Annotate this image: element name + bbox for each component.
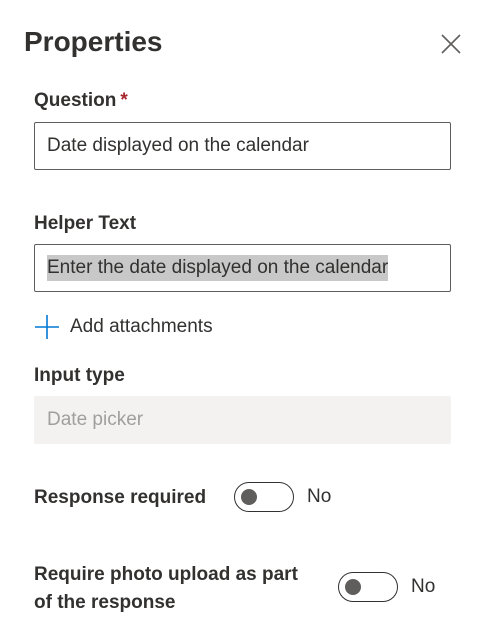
add-attachments-button[interactable]: Add attachments bbox=[34, 312, 213, 342]
toggle-knob bbox=[345, 579, 361, 595]
helper-text-input[interactable]: Enter the date displayed on the calendar bbox=[34, 244, 451, 292]
photo-upload-state: No bbox=[411, 576, 436, 597]
input-type-value: Date picker bbox=[47, 409, 144, 430]
helper-text-value: Enter the date displayed on the calendar bbox=[47, 255, 389, 281]
photo-upload-toggle[interactable] bbox=[338, 572, 398, 602]
close-button[interactable] bbox=[438, 31, 464, 57]
add-attachments-label: Add attachments bbox=[70, 316, 213, 337]
panel-title: Properties bbox=[24, 26, 163, 57]
photo-upload-label-line2: of the response bbox=[34, 592, 176, 613]
toggle-knob bbox=[241, 489, 257, 505]
required-marker: * bbox=[120, 90, 128, 111]
input-type-label: Input type bbox=[34, 365, 125, 386]
question-label-text: Question bbox=[34, 90, 117, 111]
response-required-toggle[interactable] bbox=[234, 482, 294, 512]
close-icon bbox=[441, 34, 461, 54]
helper-text-label: Helper Text bbox=[34, 213, 137, 234]
input-type-field: Date picker bbox=[34, 396, 451, 444]
plus-icon bbox=[35, 315, 59, 339]
properties-panel: Properties Question* Helper Text Enter t… bbox=[0, 0, 478, 637]
question-label: Question * bbox=[34, 89, 128, 113]
question-input[interactable] bbox=[34, 122, 451, 170]
response-required-state: No bbox=[307, 486, 332, 507]
photo-upload-label-line1: Require photo upload as part bbox=[34, 564, 298, 585]
response-required-label: Response required bbox=[34, 487, 207, 508]
